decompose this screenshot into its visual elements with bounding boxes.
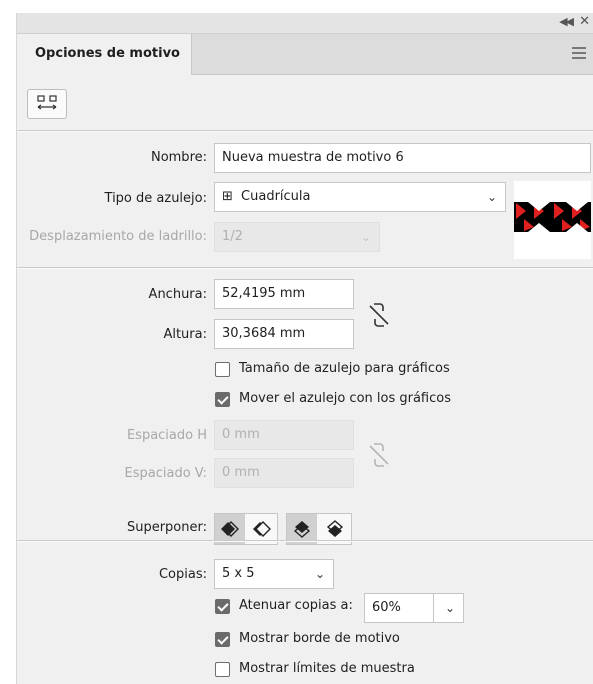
double-chevron-left-icon[interactable]: ◀◀ [559,15,574,28]
unlink-chain-icon [369,443,389,467]
overlap-left-front-icon [221,521,239,537]
copies-label: Copias: [158,567,207,582]
v-spacing-input: 0 mm [214,458,354,488]
divider [17,540,593,542]
height-label: Altura: [163,327,207,342]
chevron-down-icon: ⌄ [360,230,371,244]
overlap-bottom-front-icon [326,520,344,537]
chevron-down-icon: ⌄ [314,567,325,581]
checkbox-checked[interactable] [215,392,230,407]
h-spacing-input: 0 mm [214,420,354,450]
divider [17,130,593,132]
tile-type-label: Tipo de azulejo: [104,191,207,206]
close-icon[interactable]: ✕ [579,14,590,29]
copies-select[interactable]: 5 x 5 ⌄ [214,559,334,589]
panel-titlebar: ◀◀ ✕ [17,13,593,34]
hamburger-menu-icon[interactable] [572,47,586,62]
width-input[interactable]: 52,4195 mm [214,279,354,309]
pattern-tile-tool-icon [37,95,57,110]
tab-pattern-options[interactable]: Opciones de motivo [17,34,192,75]
dim-copies-dropdown-button[interactable]: ⌄ [433,593,464,623]
panel-tabbar: Opciones de motivo [17,34,593,75]
chevron-down-icon: ⌄ [444,601,455,615]
name-input[interactable]: Nueva muestra de motivo 6 [214,143,591,173]
v-spacing-label: Espaciado V: [124,466,207,481]
overlap-label: Superponer: [126,520,207,535]
brick-offset-value: 1/2 [222,229,243,244]
unlink-chain-icon[interactable] [367,301,391,329]
tile-type-select[interactable]: ⊞ Cuadrícula ⌄ [214,182,506,212]
copies-value: 5 x 5 [222,566,255,581]
width-label: Anchura: [148,287,207,302]
tile-type-value: Cuadrícula [241,189,311,204]
checkbox-checked[interactable] [215,632,230,647]
brick-offset-select: 1/2 ⌄ [214,222,380,252]
overlap-top-front-icon [293,521,311,538]
h-spacing-label: Espaciado H [126,428,207,443]
checkbox-unchecked[interactable] [215,662,230,677]
height-input[interactable]: 30,3684 mm [214,319,354,349]
checkbox-checked[interactable] [215,599,230,614]
divider [17,267,593,269]
chevron-down-icon: ⌄ [486,190,497,204]
pattern-options-panel: ◀◀ ✕ Opciones de motivo Nombre: Nueva mu… [16,13,593,684]
brick-offset-label: Desplazamiento de ladrillo: [29,229,207,244]
pattern-preview [514,181,591,259]
checkbox-unchecked[interactable] [215,362,230,377]
overlap-right-front-icon [253,521,271,537]
dim-copies-input[interactable]: 60% [364,593,434,623]
grid-icon: ⊞ [222,189,233,204]
name-label: Nombre: [150,150,207,165]
pattern-tile-tool-button[interactable] [27,89,67,119]
